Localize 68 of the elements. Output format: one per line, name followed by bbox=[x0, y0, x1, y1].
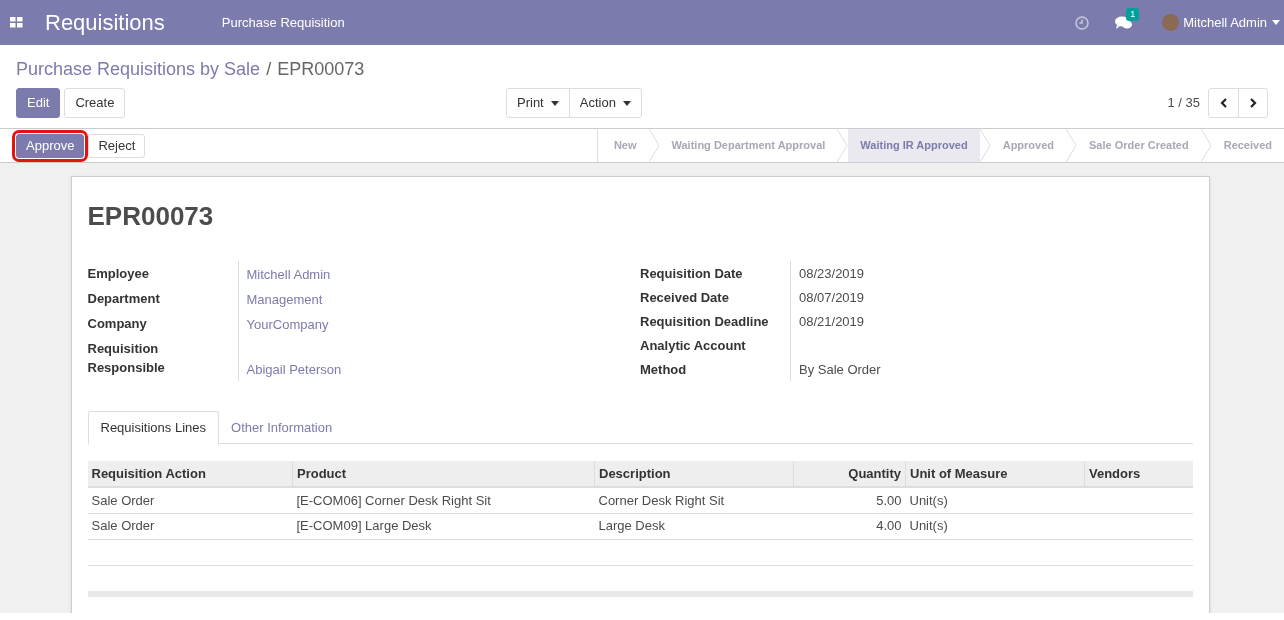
field-value: 08/21/2019 bbox=[799, 312, 865, 331]
table-cell: [E-COM06] Corner Desk Right Sit bbox=[292, 487, 595, 513]
field-label: Employee bbox=[87, 264, 150, 283]
table-cell: [E-COM09] Large Desk bbox=[292, 513, 595, 539]
app-title[interactable]: Requisitions bbox=[45, 6, 165, 39]
caret-icon[interactable] bbox=[1272, 20, 1280, 25]
clock-icon[interactable] bbox=[1075, 15, 1090, 30]
breadcrumb-separator: / bbox=[266, 57, 272, 81]
message-count-badge: 1 bbox=[1126, 7, 1140, 21]
tab[interactable]: Other Information bbox=[219, 411, 345, 444]
status-stage[interactable]: Waiting IR Approved bbox=[848, 129, 980, 162]
caret-icon bbox=[622, 100, 631, 106]
chevron-separator-icon bbox=[1200, 129, 1212, 162]
field-label: Analytic Account bbox=[640, 336, 747, 355]
field-label: Department bbox=[87, 289, 161, 308]
field-label: Company bbox=[87, 315, 148, 333]
field-label: Requisition Responsible bbox=[87, 340, 166, 378]
field-link[interactable]: Management bbox=[246, 290, 323, 309]
user-menu[interactable]: Mitchell Admin bbox=[1183, 12, 1267, 33]
chevron-separator-icon bbox=[648, 129, 660, 162]
caret-icon bbox=[550, 100, 559, 106]
chevron-right-icon bbox=[1249, 98, 1257, 108]
column-header[interactable]: Unit of Measure bbox=[905, 461, 1085, 487]
field-link[interactable]: YourCompany bbox=[246, 315, 329, 335]
edit-button[interactable]: Edit bbox=[16, 88, 61, 118]
record-title: EPR00073 bbox=[87, 200, 215, 231]
pager-value: 1 / 35 bbox=[1167, 94, 1200, 113]
column-header[interactable]: Vendors bbox=[1084, 461, 1193, 487]
field-link[interactable]: Mitchell Admin bbox=[246, 264, 331, 284]
column-header[interactable]: Description bbox=[594, 461, 794, 487]
chevron-separator-icon bbox=[837, 129, 849, 162]
create-button[interactable]: Create bbox=[64, 88, 126, 118]
table-cell: Sale Order bbox=[87, 487, 293, 513]
reject-button[interactable]: Reject bbox=[88, 133, 146, 158]
field-label: Method bbox=[640, 360, 688, 379]
field-value: By Sale Order bbox=[799, 360, 881, 379]
table-cell: 5.00 bbox=[793, 487, 906, 513]
breadcrumb-link[interactable]: Purchase Requisitions by Sale bbox=[16, 55, 261, 83]
status-stage[interactable]: Waiting Department Approval bbox=[659, 129, 838, 162]
status-stage[interactable]: Received bbox=[1211, 129, 1284, 162]
breadcrumb-current: EPR00073 bbox=[277, 57, 365, 81]
field-value: 08/07/2019 bbox=[799, 288, 865, 307]
column-header[interactable]: Quantity bbox=[793, 461, 906, 487]
field-link[interactable]: Abigail Peterson bbox=[246, 359, 342, 379]
chevron-separator-icon bbox=[1066, 129, 1078, 162]
dropdown-button[interactable]: Action bbox=[568, 89, 641, 117]
status-stage[interactable]: New bbox=[597, 129, 649, 162]
table-cell: Unit(s) bbox=[905, 513, 1085, 539]
tab[interactable]: Requisitions Lines bbox=[87, 411, 219, 445]
table-cell: Corner Desk Right Sit bbox=[594, 487, 794, 513]
dropdown-button[interactable]: Print bbox=[507, 89, 569, 117]
field-label: Requisition Deadline bbox=[640, 312, 770, 331]
column-header[interactable]: Requisition Action bbox=[87, 461, 293, 487]
field-value: 08/23/2019 bbox=[799, 264, 865, 283]
table-cell: Large Desk bbox=[594, 513, 794, 539]
field-label: Received Date bbox=[640, 288, 730, 307]
table-cell: 4.00 bbox=[793, 513, 906, 539]
chevron-left-icon bbox=[1219, 98, 1228, 108]
menu-item[interactable]: Purchase Requisition bbox=[221, 12, 345, 33]
field-label: Requisition Date bbox=[640, 264, 744, 283]
avatar bbox=[1162, 14, 1180, 31]
apps-menu-icon[interactable] bbox=[10, 17, 23, 28]
chevron-separator-icon bbox=[979, 129, 991, 162]
status-stage[interactable]: Approved bbox=[990, 129, 1067, 162]
column-header[interactable]: Product bbox=[292, 461, 595, 487]
status-stage[interactable]: Sale Order Created bbox=[1077, 129, 1201, 162]
table-cell: Sale Order bbox=[87, 513, 293, 539]
table-cell: Unit(s) bbox=[905, 487, 1085, 513]
